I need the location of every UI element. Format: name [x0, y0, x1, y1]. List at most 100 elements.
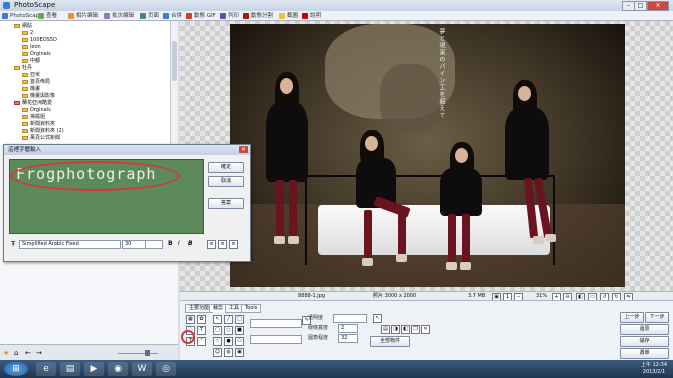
- word-icon[interactable]: W: [132, 362, 152, 376]
- tab-help[interactable]: 說明: [302, 12, 321, 20]
- restore-button[interactable]: 還原: [620, 324, 669, 335]
- star-icon[interactable]: ★: [3, 349, 9, 357]
- tab-print[interactable]: 列印: [220, 12, 239, 20]
- tree-item[interactable]: 機畫與影像: [22, 93, 55, 99]
- circle-icon[interactable]: ○: [224, 326, 233, 335]
- tree-item[interactable]: 牡丹: [14, 65, 32, 71]
- tab-combine[interactable]: 合併: [163, 12, 182, 20]
- back-icon[interactable]: ←: [25, 349, 31, 357]
- maximize-button[interactable]: □: [634, 1, 647, 11]
- close-button[interactable]: ✕: [647, 1, 669, 11]
- redo-button[interactable]: 下一步: [645, 312, 669, 323]
- bring-front-icon[interactable]: ◨: [391, 325, 400, 334]
- media-player-icon[interactable]: ▶: [84, 362, 104, 376]
- undo-button[interactable]: 上一步: [620, 312, 644, 323]
- tree-item[interactable]: 中都: [22, 58, 40, 64]
- duplicate-icon[interactable]: ❐: [411, 325, 420, 334]
- folder-icon: [22, 129, 28, 133]
- tree-item[interactable]: 亞米: [22, 72, 40, 78]
- panel-tab-tools[interactable]: Tools: [241, 304, 262, 313]
- line-icon[interactable]: ╱: [224, 315, 233, 324]
- tree-item[interactable]: Orginals: [22, 51, 51, 57]
- tab-page[interactable]: 页面: [140, 12, 159, 20]
- photo-icon[interactable]: ▦: [186, 315, 195, 324]
- scrollbar-thumb[interactable]: [172, 41, 177, 81]
- default-button[interactable]: 答案: [208, 198, 244, 209]
- tab-batch[interactable]: 批次编辑: [104, 12, 134, 20]
- tab-splitter[interactable]: 動態分割: [243, 12, 273, 20]
- tree-item[interactable]: 網貼: [14, 23, 32, 29]
- fill-style-select[interactable]: [250, 335, 302, 344]
- dialog-close-button[interactable]: ✕: [239, 146, 248, 153]
- tree-scrollbar[interactable]: [170, 21, 178, 144]
- tree-item[interactable]: leon: [22, 44, 41, 50]
- explorer-icon[interactable]: ▤: [60, 362, 80, 376]
- bold-italic-toggle[interactable]: B: [188, 240, 193, 247]
- emoji-icon[interactable]: ☺: [213, 348, 222, 357]
- ok-button[interactable]: 確定: [208, 162, 244, 173]
- tree-item[interactable]: 新聞資料夾: [22, 121, 55, 127]
- tree-item[interactable]: 2: [22, 30, 33, 36]
- annotation-circle: [181, 330, 195, 344]
- photoscape-icon[interactable]: ◎: [156, 362, 176, 376]
- rectangle-icon[interactable]: □: [235, 315, 244, 324]
- frame-icon[interactable]: ▣: [235, 348, 244, 357]
- folder-up-icon[interactable]: ⌂: [14, 349, 18, 357]
- tree-item[interactable]: 蘭花亞洲酷愛: [14, 100, 52, 106]
- tab-gif[interactable]: 動態 GIF: [186, 12, 216, 20]
- menu-button[interactable]: 選單: [620, 348, 669, 359]
- align-left-icon[interactable]: ≡: [207, 240, 216, 249]
- dialog-title: 這裡字體輸入: [4, 145, 250, 155]
- cancel-button[interactable]: 取消: [208, 176, 244, 187]
- tree-item[interactable]: 萬頁公式新聞: [22, 135, 60, 141]
- windows-taskbar: ⊞ e ▤ ▶ ◉ W ◎ 上午 12:34 2013/2/1: [0, 360, 673, 378]
- line-style-select[interactable]: [250, 319, 302, 328]
- align-center-icon[interactable]: ≡: [218, 240, 227, 249]
- text-input-area[interactable]: Frogphotograph: [9, 159, 204, 234]
- folder-icon: [14, 24, 20, 28]
- star-icon[interactable]: ☆: [213, 337, 222, 346]
- clipart-icon[interactable]: ✿: [197, 315, 206, 324]
- align-icon[interactable]: ▤: [381, 325, 390, 334]
- tree-item[interactable]: 新聞資料夾 (2): [22, 128, 64, 134]
- apply-all-button[interactable]: 全部物件: [370, 336, 410, 347]
- filled-circle-icon[interactable]: ●: [224, 337, 233, 346]
- send-back-icon[interactable]: ◧: [401, 325, 410, 334]
- system-clock[interactable]: 上午 12:34 2013/2/1: [641, 362, 667, 376]
- select-icon[interactable]: ↖: [213, 315, 222, 324]
- save-button[interactable]: 儲存: [620, 336, 669, 347]
- square-icon[interactable]: ■: [235, 326, 244, 335]
- tree-item[interactable]: Orginals: [22, 107, 51, 113]
- rounded-rect-icon[interactable]: ▢: [213, 326, 222, 335]
- tab-viewer[interactable]: 查看: [38, 12, 57, 20]
- align-right-icon[interactable]: ≡: [229, 240, 238, 249]
- tab-screen-capture[interactable]: 截圖: [279, 12, 298, 20]
- polygon-icon[interactable]: ⬠: [235, 337, 244, 346]
- opacity-slider[interactable]: [333, 314, 367, 323]
- start-button[interactable]: ⊞: [4, 362, 28, 376]
- tree-item[interactable]: 首頁佈局: [22, 79, 50, 85]
- quote-icon[interactable]: ": [197, 337, 206, 346]
- font-size-select[interactable]: 30: [122, 240, 146, 249]
- chrome-icon[interactable]: ◉: [108, 362, 128, 376]
- tree-item[interactable]: 100EOS5D: [22, 37, 57, 43]
- person-figure: [438, 142, 484, 277]
- forward-icon[interactable]: →: [36, 349, 42, 357]
- text-color-picker[interactable]: [145, 240, 163, 249]
- line-width-input[interactable]: 2: [338, 324, 358, 333]
- tree-item[interactable]: 機畫: [22, 86, 40, 92]
- ie-icon[interactable]: e: [36, 362, 56, 376]
- tab-photoscape[interactable]: PhotoScape: [2, 12, 42, 20]
- slider-handle[interactable]: [145, 350, 150, 356]
- tree-item[interactable]: 孫榆姐: [22, 114, 45, 120]
- thumbnail-size-slider[interactable]: [118, 353, 158, 354]
- sticker-icon[interactable]: ◍: [224, 348, 233, 357]
- delete-object-icon[interactable]: ✕: [421, 325, 430, 334]
- radius-input[interactable]: 32: [338, 334, 358, 343]
- font-select[interactable]: Simplified Arabic Fixed: [19, 240, 121, 249]
- text-icon[interactable]: T: [197, 326, 206, 335]
- tab-editor[interactable]: 相片编辑: [68, 12, 98, 20]
- bold-toggle[interactable]: B: [168, 240, 173, 247]
- cursor-icon[interactable]: ↖: [373, 314, 382, 323]
- italic-toggle[interactable]: I: [178, 240, 180, 247]
